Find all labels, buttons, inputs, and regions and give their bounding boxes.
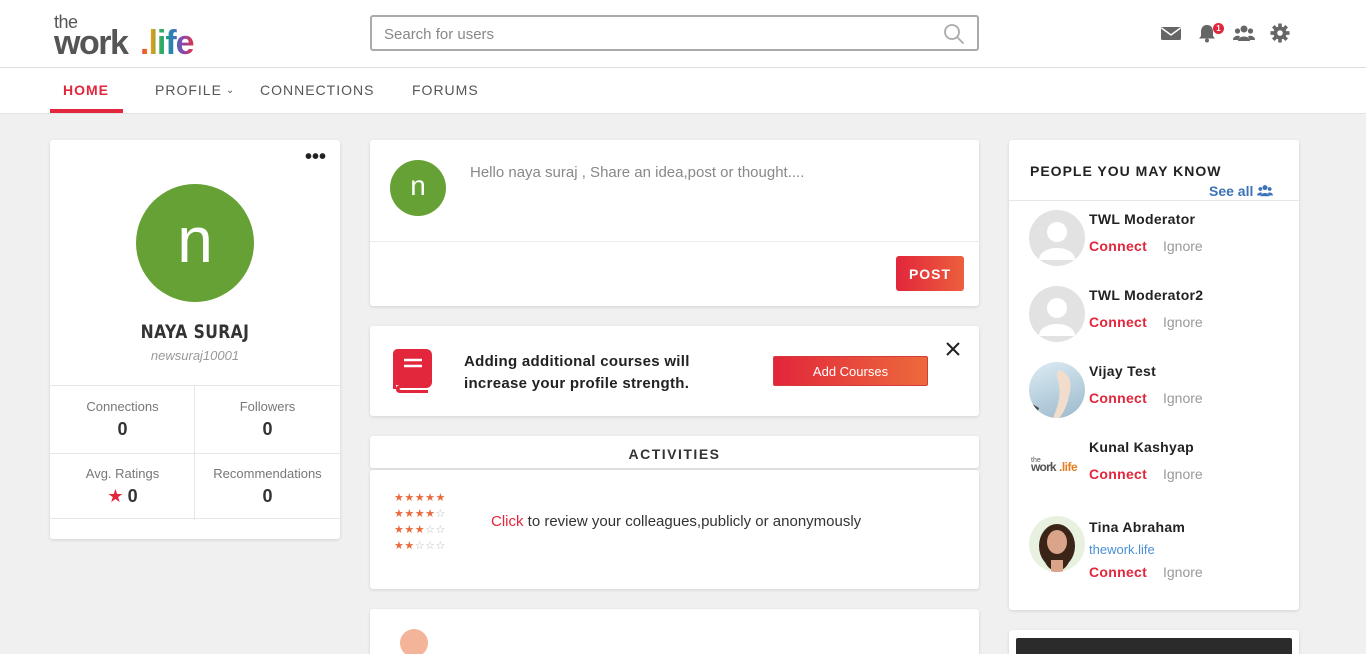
profile-username: newsuraj10001 [150,348,240,363]
users-group-icon[interactable] [1233,23,1255,43]
stat-label: Connections [86,399,159,414]
stat-avg-ratings[interactable]: Avg. Ratings ★ 0 [50,453,195,520]
people-title: PEOPLE YOU MAY KNOW [1030,163,1222,179]
profile-stats: Connections 0 Followers 0 Avg. Ratings ★… [50,385,340,520]
ignore-button[interactable]: Ignore [1163,466,1203,482]
connect-button[interactable]: Connect [1089,238,1147,254]
person-item: TWL Moderator2 Connect Ignore [1029,286,1289,356]
connect-button[interactable]: Connect [1089,390,1147,406]
nav-profile[interactable]: PROFILE ⌄ [155,82,235,98]
click-link[interactable]: Click [491,513,524,530]
create-post-card: n Hello naya suraj , Share an idea,post … [370,140,979,306]
person-name[interactable]: Vijay Test [1089,363,1156,379]
nav-connections[interactable]: CONNECTIONS [260,82,374,98]
ignore-button[interactable]: Ignore [1163,390,1203,406]
user-avatar [400,629,428,654]
chevron-down-icon: ⌄ [225,85,236,96]
user-avatar: n [390,160,446,216]
svg-text:.life: .life [1059,460,1078,474]
divider [1009,200,1299,201]
add-courses-card: Adding additional courses will increase … [370,326,979,416]
stat-connections[interactable]: Connections 0 [50,386,195,453]
stat-value: 0 [262,419,273,439]
nav-active-indicator [50,109,123,113]
default-avatar-icon[interactable] [1029,210,1085,266]
person-item: Vijay Test Connect Ignore [1029,362,1289,432]
profile-avatar[interactable]: n [136,184,254,302]
feed-card [370,609,979,654]
logo-life: .life [140,24,195,62]
thework-life-logo-avatar[interactable]: the work .life [1029,438,1085,494]
book-icon [393,349,432,393]
star-rating-row: ★★★☆☆ [394,524,446,536]
search-input[interactable] [384,24,924,44]
stat-label: Recommendations [213,466,322,481]
mail-icon[interactable] [1160,23,1182,43]
star-rating-row: ★★☆☆☆ [394,540,446,552]
person-name[interactable]: TWL Moderator2 [1089,287,1203,303]
connect-button[interactable]: Connect [1089,466,1147,482]
person-item: TWL Moderator Connect Ignore [1029,210,1289,280]
person-name[interactable]: Kunal Kashyap [1089,439,1194,455]
person-photo[interactable] [1029,362,1085,418]
profile-card: ••• n NAYA SURAJ newsuraj10001 Connectio… [50,140,340,539]
connect-button[interactable]: Connect [1089,564,1147,580]
stat-label: Followers [239,399,296,414]
rating-stars-illustration: ★★★★★ ★★★★☆ ★★★☆☆ ★★☆☆☆ [394,490,454,554]
notification-badge: 1 [1213,23,1224,34]
logo-work: work [54,24,129,62]
nav-forums[interactable]: FORUMS [412,82,479,98]
stat-label: Avg. Ratings [85,466,160,481]
users-group-icon [1257,185,1274,197]
close-icon[interactable] [945,341,961,357]
promo-card [1009,630,1299,654]
stat-followers[interactable]: Followers 0 [195,386,340,453]
default-avatar-icon[interactable] [1029,286,1085,342]
review-prompt: Click to review your colleagues,publicly… [491,513,861,530]
person-name[interactable]: Tina Abraham [1089,519,1185,535]
person-company-link[interactable]: thework.life [1089,542,1155,557]
people-you-may-know-card: PEOPLE YOU MAY KNOW See all TWL Moderato… [1009,140,1299,610]
person-photo[interactable] [1029,516,1085,572]
profile-name[interactable]: NAYA SURAJ [76,321,314,343]
search-box [370,15,979,51]
see-all-label: See all [1209,183,1254,199]
star-rating-row: ★★★★☆ [394,508,446,520]
connect-button[interactable]: Connect [1089,314,1147,330]
add-courses-button[interactable]: Add Courses [773,356,928,386]
top-header: the work .life 1 [0,0,1366,68]
post-input[interactable]: Hello naya suraj , Share an idea,post or… [470,164,804,181]
search-icon[interactable] [943,23,965,45]
ignore-button[interactable]: Ignore [1163,564,1203,580]
person-name[interactable]: TWL Moderator [1089,211,1195,227]
person-item: Tina Abraham thework.life Connect Ignore [1029,516,1289,588]
courses-message: Adding additional courses will increase … [464,353,690,392]
activities-header: ACTIVITIES [370,436,979,468]
star-icon: ★ [107,486,124,506]
person-item: the work .life Kunal Kashyap Connect Ign… [1029,438,1289,508]
activities-title: ACTIVITIES [628,446,721,462]
svg-text:work: work [1030,460,1057,474]
stat-recommendations[interactable]: Recommendations 0 [195,453,340,520]
stat-value-wrap: ★ 0 [50,486,195,507]
stat-value: 0 [117,419,128,439]
gear-icon[interactable] [1269,23,1291,43]
main-nav: HOME PROFILE ⌄ CONNECTIONS FORUMS [0,68,1366,114]
thework-life-logo[interactable]: the work .life [54,12,214,62]
stat-value: 0 [127,486,138,506]
ignore-button[interactable]: Ignore [1163,238,1203,254]
activities-card: ★★★★★ ★★★★☆ ★★★☆☆ ★★☆☆☆ Click to review you… [370,470,979,589]
stat-value: 0 [262,486,273,506]
promo-banner[interactable] [1016,638,1292,654]
post-button[interactable]: POST [896,256,964,291]
nav-profile-label: PROFILE [155,82,222,98]
star-rating-row: ★★★★★ [394,492,446,504]
review-text: to review your colleagues,publicly or an… [523,513,862,530]
nav-home[interactable]: HOME [63,82,109,98]
divider [370,241,979,242]
ignore-button[interactable]: Ignore [1163,314,1203,330]
see-all-link[interactable]: See all [1209,183,1274,199]
more-options-icon[interactable]: ••• [305,147,326,167]
